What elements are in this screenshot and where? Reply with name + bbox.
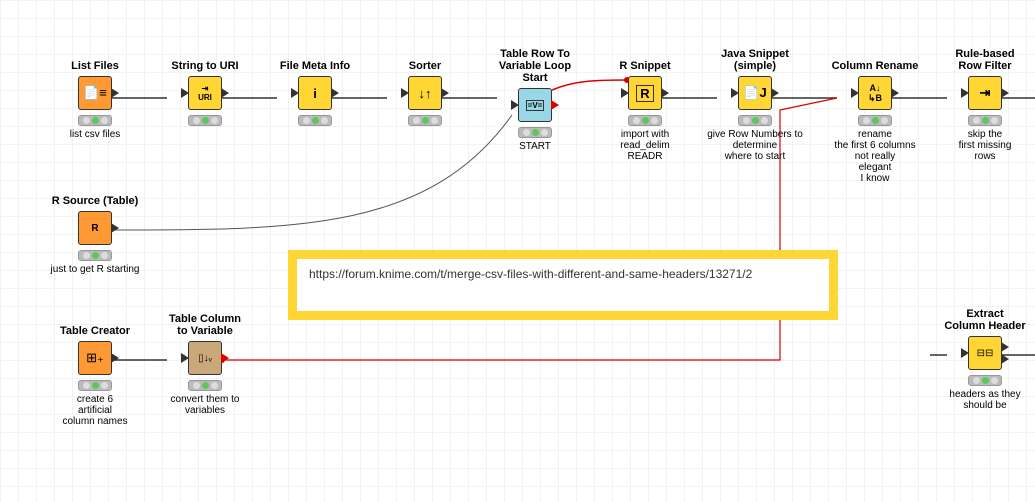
node-icon: ⊟⊟	[968, 336, 1002, 370]
node-title: String to URI	[155, 60, 255, 72]
status-light	[408, 115, 442, 126]
node-title: Table Column to Variable	[155, 313, 255, 337]
node-list-files[interactable]: List Files 📄≡ list csv files	[45, 60, 145, 140]
annotation-text: https://forum.knime.com/t/merge-csv-file…	[309, 267, 752, 281]
node-icon: 📄J	[738, 76, 772, 110]
status-light	[78, 250, 112, 261]
node-title: Java Snippet (simple)	[705, 48, 805, 72]
java-icon: 📄J	[743, 85, 766, 101]
status-light	[298, 115, 332, 126]
node-icon: i	[298, 76, 332, 110]
node-caption: convert them to variables	[155, 394, 255, 416]
node-title: R Snippet	[595, 60, 695, 72]
node-title: Extract Column Header	[935, 308, 1035, 332]
node-caption: headers as they should be	[935, 389, 1035, 411]
node-caption: rename the first 6 columns not really el…	[825, 129, 925, 184]
status-light	[78, 380, 112, 391]
node-icon: A↓↳B	[858, 76, 892, 110]
extract-header-icon: ⊟⊟	[977, 348, 994, 359]
node-title: R Source (Table)	[45, 195, 145, 207]
status-light	[968, 115, 1002, 126]
status-light	[858, 115, 892, 126]
annotation-box[interactable]: https://forum.knime.com/t/merge-csv-file…	[288, 250, 838, 320]
node-loop-start[interactable]: Table Row To Variable Loop Start =V= STA…	[485, 48, 585, 152]
node-caption: skip the first missing rows	[935, 129, 1035, 162]
node-title: Table Row To Variable Loop Start	[485, 48, 585, 84]
node-extract-header[interactable]: Extract Column Header ⊟⊟ headers as they…	[935, 308, 1035, 411]
node-caption: list csv files	[45, 129, 145, 140]
node-title: File Meta Info	[265, 60, 365, 72]
node-caption: create 6 artificial column names	[45, 394, 145, 427]
node-title: Rule-based Row Filter	[935, 48, 1035, 72]
table-create-icon: ⊞₊	[86, 350, 104, 366]
node-icon: ▯↓ᵥ	[188, 341, 222, 375]
node-icon: ↓↑	[408, 76, 442, 110]
node-caption: import with read_delim READR	[595, 129, 695, 162]
rename-icon: A↓↳B	[868, 83, 882, 104]
node-caption: just to get R starting	[45, 264, 145, 275]
col-var-icon: ▯↓ᵥ	[198, 353, 212, 364]
node-icon: ⇥URI	[188, 76, 222, 110]
node-r-snippet[interactable]: R Snippet R import with read_delim READR	[595, 60, 695, 162]
workflow-canvas[interactable]: List Files 📄≡ list csv files String to U…	[0, 0, 1035, 502]
r-icon: R	[636, 85, 653, 102]
sort-icon: ↓↑	[419, 86, 432, 101]
node-icon: =V=	[518, 88, 552, 122]
status-light	[188, 380, 222, 391]
filter-icon: ⇥	[980, 85, 991, 101]
info-icon: i	[313, 86, 317, 101]
node-icon: ⊞₊	[78, 341, 112, 375]
uri-icon: ⇥URI	[198, 84, 212, 102]
node-string-to-uri[interactable]: String to URI ⇥URI	[155, 60, 255, 129]
node-caption: give Row Numbers to determine where to s…	[705, 129, 805, 162]
status-light	[188, 115, 222, 126]
status-light	[518, 127, 552, 138]
node-table-creator[interactable]: Table Creator ⊞₊ create 6 artificial col…	[45, 325, 145, 427]
r-source-icon: R	[91, 223, 98, 234]
node-sorter[interactable]: Sorter ↓↑	[375, 60, 475, 129]
node-java-snippet[interactable]: Java Snippet (simple) 📄J give Row Number…	[705, 48, 805, 162]
node-r-source[interactable]: R Source (Table) R just to get R startin…	[45, 195, 145, 275]
node-col-to-var[interactable]: Table Column to Variable ▯↓ᵥ convert the…	[155, 313, 255, 416]
node-icon: ⇥	[968, 76, 1002, 110]
node-row-filter[interactable]: Rule-based Row Filter ⇥ skip the first m…	[935, 48, 1035, 162]
node-title: List Files	[45, 60, 145, 72]
loop-var-icon: =V=	[526, 100, 545, 111]
status-light	[738, 115, 772, 126]
status-light	[628, 115, 662, 126]
node-icon: 📄≡	[78, 76, 112, 110]
node-title: Column Rename	[825, 60, 925, 72]
node-column-rename[interactable]: Column Rename A↓↳B rename the first 6 co…	[825, 60, 925, 184]
node-title: Table Creator	[45, 325, 145, 337]
node-caption: START	[485, 141, 585, 152]
doc-list-icon: 📄≡	[83, 85, 107, 101]
node-icon: R	[628, 76, 662, 110]
node-title: Sorter	[375, 60, 475, 72]
node-icon: R	[78, 211, 112, 245]
status-light	[78, 115, 112, 126]
status-light	[968, 375, 1002, 386]
node-file-meta[interactable]: File Meta Info i	[265, 60, 365, 129]
